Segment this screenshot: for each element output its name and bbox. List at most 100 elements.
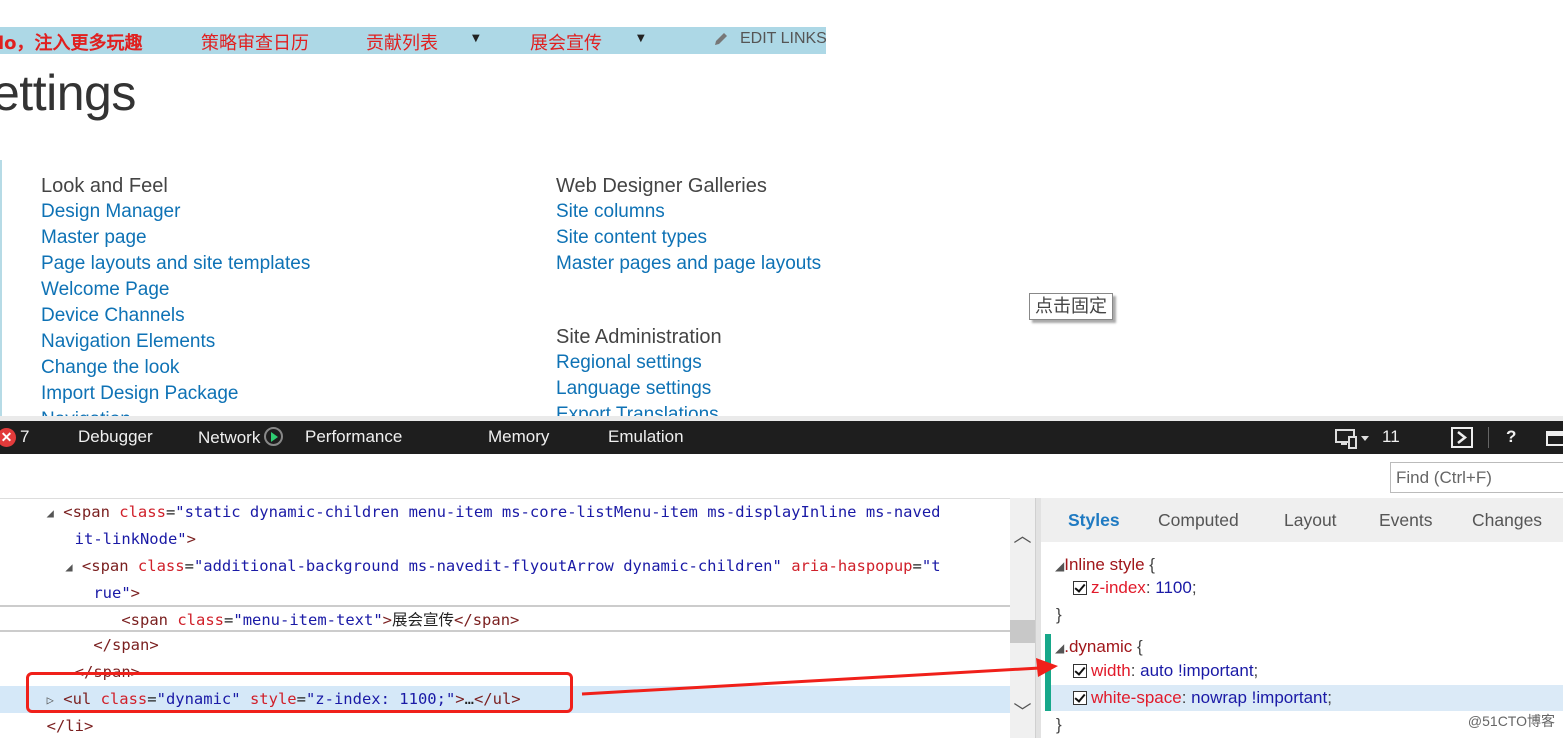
section-web-designer-galleries: Web Designer Galleries Site columns Site…: [556, 173, 821, 277]
watermark: @51CTO博客: [1467, 713, 1555, 729]
dom-tag: <span: [81, 557, 129, 575]
scroll-thumb[interactable]: [1010, 620, 1035, 643]
section-heading: Web Designer Galleries: [556, 175, 767, 197]
expanded-triangle-icon[interactable]: ◢: [1055, 641, 1064, 655]
property-value[interactable]: 1100: [1155, 578, 1192, 597]
dom-node[interactable]: </span>: [0, 632, 1010, 659]
property-checkbox[interactable]: [1073, 664, 1087, 678]
dom-node[interactable]: ◢ <span class="static dynamic-children m…: [0, 499, 1010, 526]
dom-node-continued: rue">: [0, 580, 1010, 607]
rule-selector: Inline style: [1064, 555, 1145, 574]
device-emulation-icon[interactable]: [1335, 429, 1371, 449]
property-checkbox[interactable]: [1073, 691, 1087, 705]
dom-tag: >: [130, 584, 140, 602]
rule-header-dynamic[interactable]: ◢.dynamic {: [1055, 634, 1555, 660]
dom-tag: >: [186, 530, 196, 548]
styles-tabbar: Styles Computed Layout Events Changes: [1041, 498, 1563, 542]
nav-item-exhibition[interactable]: 展会宣传: [530, 29, 602, 54]
tab-changes[interactable]: Changes: [1472, 510, 1542, 531]
help-icon[interactable]: ?: [1506, 427, 1516, 447]
style-declaration-selected: white-space: nowrap !important;: [1051, 685, 1563, 711]
console-icon[interactable]: [1451, 427, 1473, 448]
play-icon[interactable]: [264, 427, 284, 446]
tab-computed[interactable]: Computed: [1158, 510, 1239, 531]
link-import-design-package[interactable]: Import Design Package: [41, 381, 310, 407]
tab-debugger[interactable]: Debugger: [78, 427, 153, 447]
top-navigation-bar: lo，注入更多玩趣 策略审查日历 贡献列表 ▼ 展会宣传 ▼ EDIT LINK…: [0, 27, 826, 54]
link-export-translations[interactable]: Export Translations: [556, 402, 722, 416]
pin-tooltip-button[interactable]: 点击固定: [1029, 293, 1113, 320]
error-count[interactable]: 7: [20, 427, 29, 447]
dom-value: "t: [921, 557, 941, 575]
dom-node[interactable]: ◢ <span class="additional-background ms-…: [0, 553, 1010, 580]
property-checkbox[interactable]: [1073, 581, 1087, 595]
section-heading: Look and Feel: [41, 175, 168, 197]
property-value[interactable]: auto !important: [1140, 661, 1253, 680]
dom-value: "menu-item-text": [233, 611, 383, 629]
link-navigation[interactable]: Navigation: [41, 407, 310, 416]
dom-scrollbar[interactable]: ︿ ﹀: [1010, 498, 1035, 738]
nav-item-contribution-list[interactable]: 贡献列表: [366, 29, 438, 54]
left-divider: [0, 160, 2, 416]
dom-tag: </span>: [93, 636, 159, 654]
property-name[interactable]: width: [1091, 661, 1131, 680]
link-page-layouts[interactable]: Page layouts and site templates: [41, 251, 310, 277]
page-title: ettings: [0, 65, 136, 121]
section-heading: Site Administration: [556, 326, 722, 348]
tab-events[interactable]: Events: [1379, 510, 1433, 531]
find-input[interactable]: [1390, 462, 1563, 493]
dom-attr: class: [177, 611, 225, 629]
devtools-toolbar: ✕ 7 Debugger Network Performance Memory …: [0, 421, 1563, 454]
scroll-up-icon[interactable]: ︿: [1013, 522, 1032, 547]
link-navigation-elements[interactable]: Navigation Elements: [41, 329, 310, 355]
tab-network-label: Network: [198, 428, 261, 447]
emulation-count[interactable]: 11: [1382, 427, 1400, 447]
edit-links-button[interactable]: EDIT LINKS: [712, 30, 826, 48]
link-change-the-look[interactable]: Change the look: [41, 355, 310, 381]
chevron-down-icon[interactable]: ▼: [637, 33, 645, 44]
tab-network[interactable]: Network: [198, 427, 284, 448]
tab-styles[interactable]: Styles: [1068, 510, 1120, 531]
link-master-page[interactable]: Master page: [41, 225, 310, 251]
expanded-triangle-icon[interactable]: ◢: [65, 560, 72, 574]
dom-tag: <span: [121, 611, 168, 629]
dom-node-hovered[interactable]: <span class="menu-item-text">展会宣传</span>: [0, 605, 1010, 632]
link-language-settings[interactable]: Language settings: [556, 376, 722, 402]
dom-value: it-linkNode": [74, 530, 187, 548]
dom-node[interactable]: </li>: [0, 713, 1010, 738]
link-device-channels[interactable]: Device Channels: [41, 303, 310, 329]
property-name[interactable]: white-space: [1091, 688, 1182, 707]
undock-icon[interactable]: [1546, 429, 1563, 447]
tab-emulation[interactable]: Emulation: [608, 427, 684, 447]
link-regional-settings[interactable]: Regional settings: [556, 350, 722, 376]
nav-item-home[interactable]: lo，注入更多玩趣: [0, 29, 143, 54]
link-design-manager[interactable]: Design Manager: [41, 199, 310, 225]
nav-item-policy-calendar[interactable]: 策略审查日历: [201, 29, 309, 54]
tab-layout[interactable]: Layout: [1284, 510, 1337, 531]
pencil-icon: [715, 33, 727, 45]
dom-node-continued: it-linkNode">: [0, 526, 1010, 553]
scroll-down-icon[interactable]: ﹀: [1013, 698, 1032, 723]
error-icon[interactable]: ✕: [0, 428, 16, 447]
property-value[interactable]: nowrap !important: [1191, 688, 1327, 707]
dom-value: "additional-background ms-navedit-flyout…: [193, 557, 782, 575]
dom-attr: class: [137, 557, 185, 575]
toolbar-divider: [1488, 427, 1489, 448]
sharepoint-page: lo，注入更多玩趣 策略审查日历 贡献列表 ▼ 展会宣传 ▼ EDIT LINK…: [0, 0, 1563, 416]
link-master-pages-layouts[interactable]: Master pages and page layouts: [556, 251, 821, 277]
chevron-down-icon[interactable]: ▼: [472, 33, 480, 44]
tab-memory[interactable]: Memory: [488, 427, 549, 447]
link-site-columns[interactable]: Site columns: [556, 199, 821, 225]
expanded-triangle-icon[interactable]: ◢: [47, 506, 54, 520]
find-bar: [0, 454, 1563, 498]
annotation-highlight-box: [26, 672, 573, 713]
link-site-content-types[interactable]: Site content types: [556, 225, 821, 251]
style-declaration: width: auto !important;: [1073, 658, 1563, 684]
dom-tag: </li>: [46, 717, 94, 735]
edit-links-label: EDIT LINKS: [740, 30, 826, 47]
link-welcome-page[interactable]: Welcome Page: [41, 277, 310, 303]
tab-performance[interactable]: Performance: [305, 427, 402, 447]
property-name[interactable]: z-index: [1091, 578, 1146, 597]
expanded-triangle-icon[interactable]: ◢: [1055, 559, 1064, 573]
dom-attr: aria-haspopup: [791, 557, 913, 575]
